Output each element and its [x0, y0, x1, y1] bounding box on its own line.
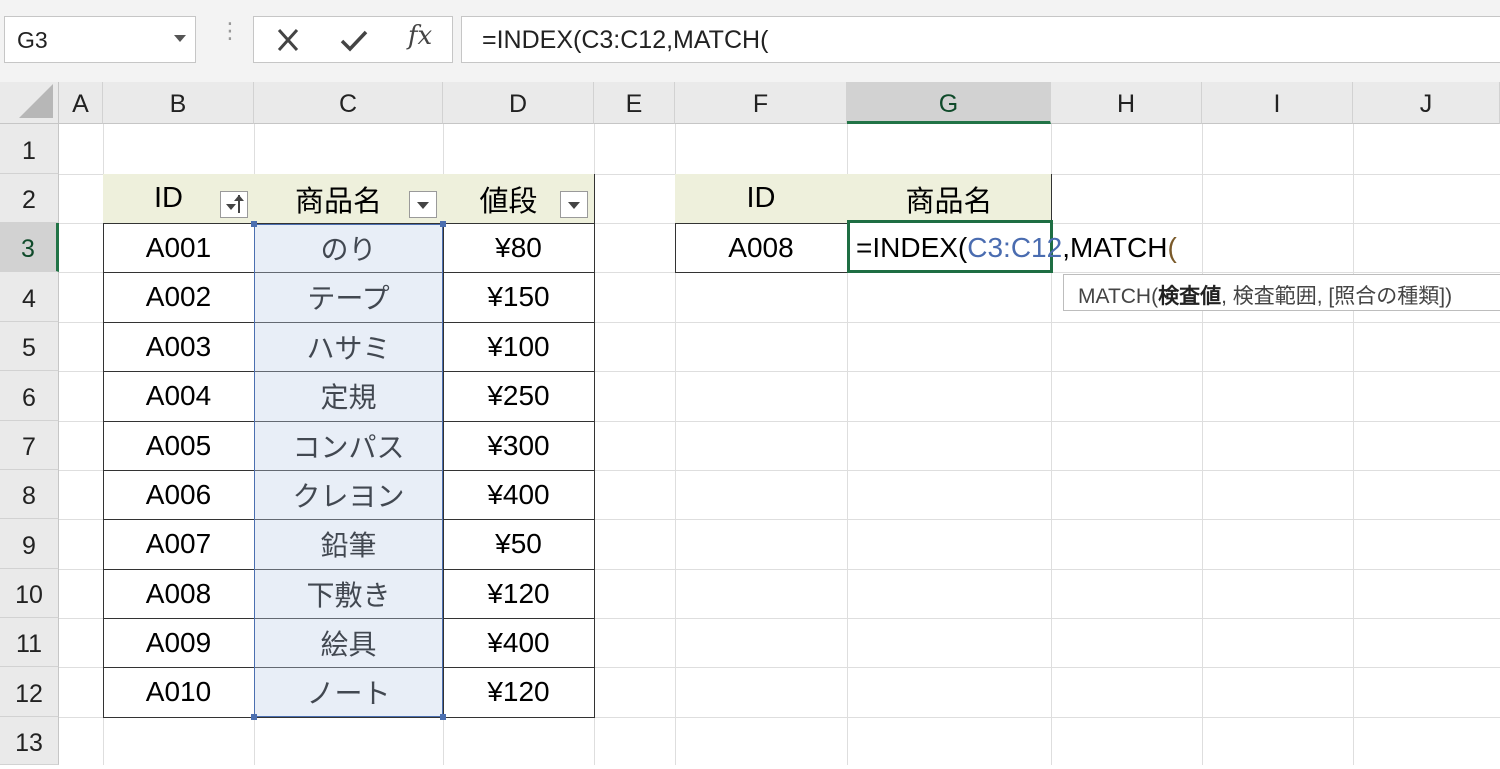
drag-handle-icon[interactable]: ⋮ — [219, 20, 241, 42]
tooltip-current-arg[interactable]: 検査値 — [1158, 285, 1221, 308]
table-cell[interactable]: A009 — [103, 618, 255, 668]
table-cell[interactable]: A001 — [103, 223, 255, 273]
tooltip-other-args: , 検査範囲, [照合の種類]) — [1221, 285, 1453, 308]
table-cell[interactable]: ¥300 — [443, 421, 595, 471]
referenced-range-highlight — [254, 224, 443, 717]
column-header-c[interactable]: C — [254, 82, 443, 124]
row-header-4[interactable]: 4 — [0, 272, 59, 322]
formula-buttons: fx — [253, 16, 453, 63]
sort-filter-icon[interactable] — [220, 191, 248, 218]
column-header-d[interactable]: D — [443, 82, 594, 124]
table-cell[interactable]: A006 — [103, 470, 255, 520]
table-header-label: 値段 — [479, 185, 538, 218]
insert-function-button[interactable]: fx — [400, 21, 440, 53]
row-header-9[interactable]: 9 — [0, 519, 59, 569]
filter-dropdown-icon[interactable] — [560, 191, 588, 218]
name-box[interactable]: G3 — [4, 16, 196, 63]
formula-text: =INDEX(C3:C12,MATCH( — [482, 26, 769, 54]
spreadsheet-grid[interactable]: ABCDEFGHIJ 1 2 3 4 5 6 7 8 9 10 11 12 13 ID 商品名 値段 A001… — [0, 82, 1500, 765]
table-cell[interactable]: A007 — [103, 519, 255, 570]
table-header-label: 商品名 — [294, 185, 382, 218]
cancel-icon[interactable] — [270, 24, 306, 56]
row-header-7[interactable]: 7 — [0, 421, 59, 470]
column-header-a[interactable]: A — [59, 82, 103, 124]
column-header-h[interactable]: H — [1051, 82, 1202, 124]
table-cell[interactable]: ¥120 — [443, 569, 595, 619]
table-header-id[interactable]: ID — [103, 174, 255, 224]
table-cell[interactable]: ¥100 — [443, 322, 595, 372]
range-handle[interactable] — [251, 714, 257, 720]
table-cell[interactable]: A005 — [103, 421, 255, 471]
column-header-j[interactable]: J — [1353, 82, 1500, 124]
table-cell[interactable]: A002 — [103, 272, 255, 323]
column-header-g[interactable]: G — [847, 82, 1051, 124]
formula-range-reference: C3:C12 — [967, 232, 1063, 263]
row-header-11[interactable]: 11 — [0, 618, 59, 667]
range-handle[interactable] — [440, 714, 446, 720]
active-cell-formula: =INDEX(C3:C12,MATCH( — [856, 232, 1177, 264]
table-cell[interactable]: ¥80 — [443, 223, 595, 273]
table-header-product-name[interactable]: 商品名 — [254, 174, 444, 224]
row-header-12[interactable]: 12 — [0, 667, 59, 717]
name-box-value: G3 — [17, 27, 48, 53]
row-header-8[interactable]: 8 — [0, 470, 59, 519]
gridline-vertical — [1202, 124, 1203, 765]
formula-bar: G3 ⋮ fx =INDEX(C3:C12,MATCH( — [0, 0, 1500, 82]
function-tooltip[interactable]: MATCH(検査値, 検査範囲, [照合の種類]) — [1063, 274, 1500, 311]
row-header-13[interactable]: 13 — [0, 717, 59, 765]
table-cell[interactable]: ¥50 — [443, 519, 595, 570]
table-cell[interactable]: ¥250 — [443, 371, 595, 422]
lookup-header-id[interactable]: ID — [675, 174, 848, 224]
table-cell[interactable]: ¥400 — [443, 618, 595, 668]
formula-paren: ( — [1167, 232, 1177, 263]
tooltip-function-name[interactable]: MATCH( — [1078, 285, 1158, 308]
select-all-icon — [19, 84, 53, 118]
table-cell[interactable]: ¥150 — [443, 272, 595, 323]
row-header-2[interactable]: 2 — [0, 174, 59, 223]
lookup-header-product-name[interactable]: 商品名 — [847, 174, 1052, 224]
chevron-down-icon[interactable] — [174, 35, 186, 42]
select-all-button[interactable] — [0, 82, 59, 124]
table-cell[interactable]: A003 — [103, 322, 255, 372]
formula-part: =INDEX( — [856, 232, 968, 263]
table-header-label: ID — [154, 182, 183, 214]
gridline-vertical — [1353, 124, 1354, 765]
row-header-3[interactable]: 3 — [0, 223, 59, 272]
row-header-6[interactable]: 6 — [0, 371, 59, 421]
table-cell[interactable]: ¥120 — [443, 667, 595, 718]
lookup-id-value[interactable]: A008 — [675, 223, 848, 273]
table-cell[interactable]: ¥400 — [443, 470, 595, 520]
table-cell[interactable]: A008 — [103, 569, 255, 619]
table-header-price[interactable]: 値段 — [443, 174, 595, 224]
range-handle[interactable] — [251, 221, 257, 227]
enter-check-icon[interactable] — [336, 24, 372, 56]
formula-input[interactable]: =INDEX(C3:C12,MATCH( — [461, 16, 1500, 63]
column-header-e[interactable]: E — [594, 82, 675, 124]
column-header-f[interactable]: F — [675, 82, 847, 124]
row-header-1[interactable]: 1 — [0, 124, 59, 174]
row-header-10[interactable]: 10 — [0, 569, 59, 618]
active-cell-editor[interactable]: =INDEX(C3:C12,MATCH( — [847, 220, 1177, 273]
range-handle[interactable] — [440, 221, 446, 227]
row-header-5[interactable]: 5 — [0, 322, 59, 371]
table-cell[interactable]: A010 — [103, 667, 255, 718]
column-header-b[interactable]: B — [103, 82, 254, 124]
formula-part: ,MATCH — [1062, 232, 1168, 263]
filter-dropdown-icon[interactable] — [409, 191, 437, 218]
table-cell[interactable]: A004 — [103, 371, 255, 422]
column-header-i[interactable]: I — [1202, 82, 1353, 124]
